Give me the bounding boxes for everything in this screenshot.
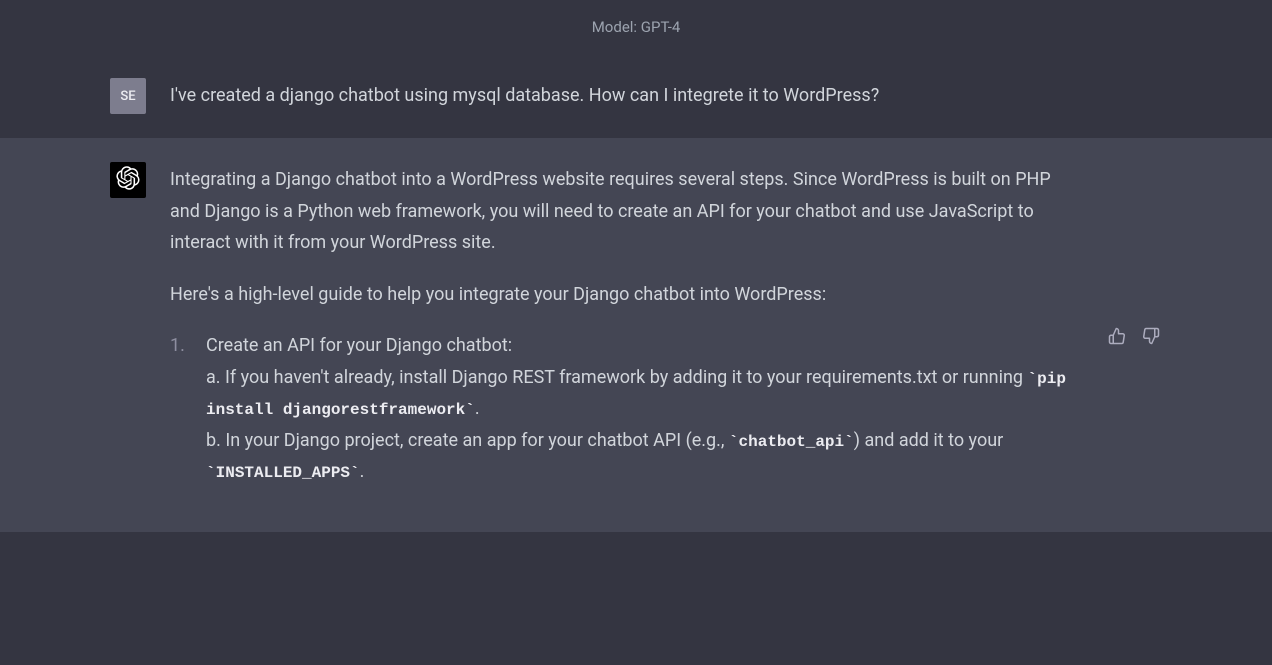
assistant-avatar [110,162,146,198]
user-message-row: SE I've created a django chatbot using m… [0,54,1272,138]
inline-code: `INSTALLED_APPS` [206,464,360,482]
user-message-content: I've created a django chatbot using mysq… [170,78,1162,114]
thumbs-up-icon [1108,327,1126,348]
inline-code: `chatbot_api` [729,433,854,451]
feedback-controls [1106,162,1162,508]
model-header: Model: GPT-4 [0,0,1272,54]
list-sub-item: a. If you haven't already, install Djang… [206,362,1082,425]
thumbs-down-button[interactable] [1140,168,1162,508]
assistant-message-content: Integrating a Django chatbot into a Word… [170,162,1082,508]
list-item: Create an API for your Django chatbot: a… [170,330,1082,488]
user-avatar: SE [110,78,146,114]
user-avatar-initials: SE [120,89,135,104]
model-label: Model: GPT-4 [592,18,681,36]
list-item-title: Create an API for your Django chatbot: [206,330,1082,362]
assistant-ordered-list: Create an API for your Django chatbot: a… [170,330,1082,488]
openai-logo-icon [116,166,140,194]
user-message-text: I've created a django chatbot using mysq… [170,85,879,106]
assistant-message-row: Integrating a Django chatbot into a Word… [0,138,1272,532]
thumbs-down-icon [1142,327,1160,348]
assistant-paragraph: Integrating a Django chatbot into a Word… [170,164,1082,259]
list-sub-item: b. In your Django project, create an app… [206,425,1082,488]
assistant-paragraph: Here's a high-level guide to help you in… [170,279,1082,311]
thumbs-up-button[interactable] [1106,168,1128,508]
